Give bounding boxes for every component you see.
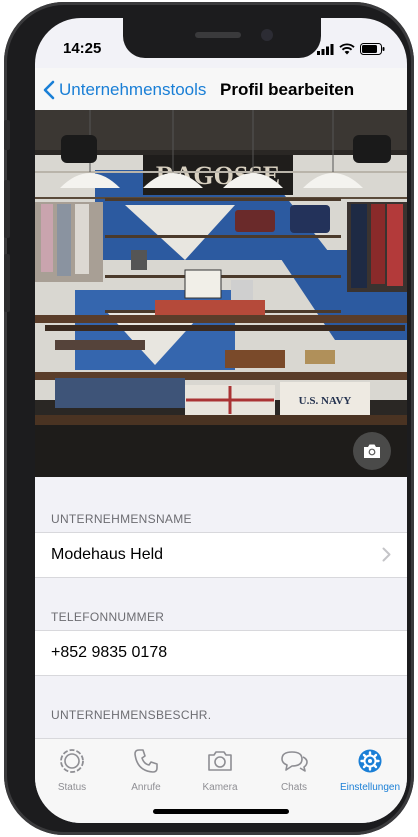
phone-frame: 14:25 Unternehmenstools Profil bearbeite… xyxy=(4,2,414,835)
wifi-icon xyxy=(339,42,355,60)
tab-calls-label: Anrufe xyxy=(131,782,161,793)
mute-switch xyxy=(4,120,10,150)
section-label-name: UNTERNEHMENSNAME xyxy=(51,512,192,526)
business-name-field[interactable]: Modehaus Held xyxy=(35,532,407,578)
volume-up-button xyxy=(4,180,10,238)
tab-camera[interactable]: Kamera xyxy=(183,747,257,793)
store-interior-illustration: RAGOSSE U.S. NAVY xyxy=(35,110,407,477)
tab-settings-label: Einstellungen xyxy=(339,782,401,793)
navigation-bar: Unternehmenstools Profil bearbeiten xyxy=(35,68,407,110)
tab-status[interactable]: Status xyxy=(35,747,109,793)
chevron-left-icon xyxy=(43,80,55,100)
phone-number-value: +852 9835 0178 xyxy=(51,644,168,661)
earpiece-speaker xyxy=(195,32,241,38)
business-name-value: Modehaus Held xyxy=(51,546,164,563)
home-indicator xyxy=(153,809,289,814)
gear-icon xyxy=(358,749,382,773)
tab-chats-label: Chats xyxy=(280,782,308,793)
phone-icon xyxy=(134,749,158,773)
back-button-label: Unternehmenstools xyxy=(59,80,207,99)
change-photo-button[interactable] xyxy=(353,432,391,470)
tab-chats[interactable]: Chats xyxy=(257,747,331,793)
notch xyxy=(123,18,321,58)
status-icon xyxy=(60,749,84,773)
section-label-description: UNTERNEHMENSBESCHR. xyxy=(51,708,212,722)
crate-label-text: U.S. NAVY xyxy=(299,395,352,407)
status-icons xyxy=(317,42,385,60)
phone-number-field[interactable]: +852 9835 0178 xyxy=(35,630,407,676)
section-label-phone: TELEFONNUMMER xyxy=(51,610,165,624)
screen: 14:25 Unternehmenstools Profil bearbeite… xyxy=(35,18,407,823)
camera-icon xyxy=(364,444,380,458)
profile-cover-photo[interactable]: RAGOSSE U.S. NAVY xyxy=(35,110,407,477)
tab-status-label: Status xyxy=(57,782,87,793)
tab-camera-label: Kamera xyxy=(202,782,238,793)
chat-bubbles-icon xyxy=(281,751,308,772)
status-time: 14:25 xyxy=(63,40,102,57)
volume-down-button xyxy=(4,254,10,312)
cellular-signal-icon xyxy=(317,42,334,60)
front-camera xyxy=(261,29,273,41)
tab-calls[interactable]: Anrufe xyxy=(109,747,183,793)
battery-icon xyxy=(360,42,385,60)
tab-settings[interactable]: Einstellungen xyxy=(333,747,407,793)
camera-icon xyxy=(208,751,232,771)
chevron-right-icon xyxy=(382,547,391,562)
page-title: Profil bearbeiten xyxy=(220,80,355,99)
back-button[interactable]: Unternehmenstools xyxy=(43,80,206,100)
